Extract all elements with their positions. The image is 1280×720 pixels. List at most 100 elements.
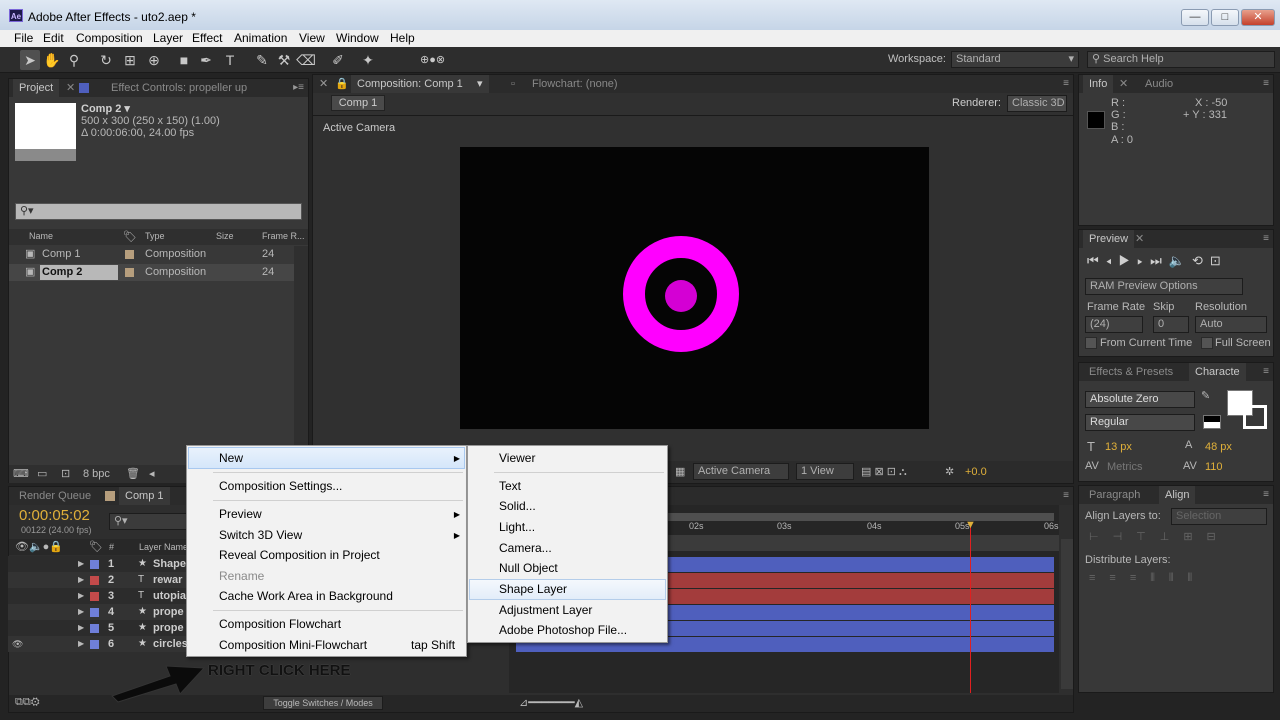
panel-menu-icon[interactable]: ≡ — [1063, 75, 1069, 93]
selection-tool-icon[interactable]: ➤ — [20, 50, 40, 70]
menu-item-mini-flowchart[interactable]: Composition Mini-Flowchart — [219, 635, 367, 655]
layer-name[interactable]: circles — [153, 636, 188, 652]
panel-menu-icon[interactable]: ▸≡ — [293, 79, 304, 97]
lock-icon[interactable]: 🔒 — [335, 75, 349, 93]
reset-exposure-icon[interactable]: ✲ — [945, 465, 954, 478]
submenu-item-solid[interactable]: Solid... — [499, 496, 536, 516]
menu-item-switch-3d-view[interactable]: Switch 3D View — [219, 525, 302, 545]
font-family-select[interactable]: Absolute Zero — [1085, 391, 1195, 408]
col-type[interactable]: Type — [145, 231, 165, 241]
zoom-slider[interactable]: ⊿━━━━━━━◭ — [519, 696, 583, 709]
close-icon[interactable]: ✕ — [319, 75, 328, 93]
roto-brush-tool-icon[interactable]: ✐ — [328, 50, 348, 70]
layer-label-color[interactable] — [90, 576, 99, 585]
menu-view[interactable]: View — [299, 31, 325, 45]
expand-triangle-icon[interactable]: ▶ — [78, 572, 84, 588]
menu-layer[interactable]: Layer — [153, 31, 183, 45]
default-colors-icon[interactable] — [1203, 415, 1221, 429]
frame-rate-select[interactable]: (24) — [1085, 316, 1143, 333]
axis-mode-icon[interactable]: ⊕●⊗ — [420, 50, 445, 70]
panel-menu-icon[interactable]: ≡ — [1263, 75, 1269, 93]
maximize-button[interactable]: □ — [1211, 9, 1239, 26]
close-icon[interactable]: ✕ — [1135, 230, 1144, 248]
panel-menu-icon[interactable]: ≡ — [1263, 363, 1269, 381]
submenu-item-null-object[interactable]: Null Object — [499, 558, 558, 578]
layer-name[interactable]: utopia — [153, 588, 186, 604]
menu-window[interactable]: Window — [336, 31, 379, 45]
stroke-color-swatch[interactable] — [1243, 405, 1267, 429]
pan-behind-tool-icon[interactable]: ⊕ — [144, 50, 164, 70]
rotate-tool-icon[interactable]: ↻ — [96, 50, 116, 70]
exposure-value[interactable]: +0.0 — [965, 466, 987, 478]
tab-timeline-comp1[interactable]: Comp 1 — [119, 487, 170, 505]
scroll-left-icon[interactable]: ◂ — [149, 467, 155, 480]
font-size-value[interactable]: 13 px — [1105, 441, 1132, 453]
menu-animation[interactable]: Animation — [234, 31, 287, 45]
col-size[interactable]: Size — [216, 231, 234, 241]
submenu-item-viewer[interactable]: Viewer — [499, 448, 535, 468]
menu-item-composition-settings[interactable]: Composition Settings... — [219, 476, 342, 496]
submenu-item-photoshop-file[interactable]: Adobe Photoshop File... — [499, 620, 627, 640]
timeline-search-input[interactable]: ⚲▾ — [109, 513, 189, 530]
view-options-icons[interactable]: ▤ ⊠ ⊡ ⛬ — [861, 465, 907, 479]
panel-menu-icon[interactable]: ≡ — [1263, 230, 1269, 248]
puppet-tool-icon[interactable]: ✦ — [358, 50, 378, 70]
kerning-value[interactable]: Metrics — [1107, 461, 1142, 473]
from-current-checkbox[interactable] — [1085, 337, 1097, 349]
rectangle-tool-icon[interactable]: ■ — [174, 50, 194, 70]
interpret-footage-icon[interactable]: ⌨ — [13, 467, 29, 480]
menu-edit[interactable]: Edit — [43, 31, 64, 45]
project-row-comp1[interactable]: ▣ Comp 1 Composition 24 — [9, 246, 294, 263]
comp-subtab[interactable]: Comp 1 — [331, 95, 385, 111]
distribute-buttons[interactable]: ≡≡≡⫴⫴⫴ — [1089, 572, 1206, 585]
layer-name[interactable]: Shape — [153, 556, 186, 572]
new-comp-icon[interactable]: ⊡ — [61, 467, 70, 480]
ram-preview-select[interactable]: RAM Preview Options — [1085, 278, 1243, 295]
menu-item-composition-flowchart[interactable]: Composition Flowchart — [219, 614, 341, 634]
new-folder-icon[interactable]: ▭ — [37, 467, 47, 480]
full-screen-checkbox[interactable] — [1201, 337, 1213, 349]
expand-triangle-icon[interactable]: ▶ — [78, 604, 84, 620]
visibility-icon[interactable]: 👁 — [12, 636, 23, 652]
tab-project[interactable]: Project — [13, 79, 60, 97]
tab-paragraph[interactable]: Paragraph — [1083, 486, 1146, 504]
layer-label-color[interactable] — [90, 560, 99, 569]
layer-label-color[interactable] — [90, 608, 99, 617]
close-icon[interactable]: ✕ — [66, 79, 75, 97]
close-icon[interactable]: ✕ — [1119, 75, 1128, 93]
playback-controls[interactable]: ⏮◂▶▸⏭🔈⟲⊡ — [1087, 253, 1228, 269]
view-layout-select[interactable]: 1 View — [796, 463, 854, 480]
project-scrollbar[interactable] — [294, 246, 308, 466]
layer-name[interactable]: prope — [153, 620, 184, 636]
layer-row[interactable]: 👁 ▶ 6 ★ circles — [8, 636, 188, 652]
expand-triangle-icon[interactable]: ▶ — [78, 588, 84, 604]
current-timecode[interactable]: 0:00:05:02 — [19, 507, 90, 524]
layer-name[interactable]: rewar — [153, 572, 182, 588]
camera-select[interactable]: Active Camera — [693, 463, 789, 480]
grid-icon[interactable]: ▦ — [675, 465, 685, 478]
project-search-input[interactable]: ⚲▾ — [15, 203, 302, 220]
tab-effect-controls[interactable]: Effect Controls: propeller up — [105, 79, 253, 97]
eyedropper-icon[interactable]: ✎ — [1201, 389, 1210, 402]
project-row-comp2[interactable]: ▣ Comp 2 Composition 24 — [9, 264, 294, 281]
clone-tool-icon[interactable]: ⚒ — [274, 50, 294, 70]
layer-label-color[interactable] — [90, 624, 99, 633]
playhead-icon[interactable]: ▼ — [965, 519, 976, 531]
menu-file[interactable]: File — [14, 31, 33, 45]
expand-triangle-icon[interactable]: ▶ — [78, 620, 84, 636]
layer-label-color[interactable] — [90, 592, 99, 601]
layer-row[interactable]: ▶ 2 Trewar — [8, 572, 186, 588]
tab-audio[interactable]: Audio — [1139, 75, 1179, 93]
brush-tool-icon[interactable]: ✎ — [252, 50, 272, 70]
hand-tool-icon[interactable]: ✋ — [42, 50, 62, 70]
tab-effects-presets[interactable]: Effects & Presets — [1083, 363, 1179, 381]
resolution-select[interactable]: Auto — [1195, 316, 1267, 333]
menu-item-preview[interactable]: Preview — [219, 504, 262, 524]
tab-composition[interactable]: Composition: Comp 1 — [351, 75, 489, 93]
align-buttons[interactable]: ⊢⊣⊤⊥⊞⊟ — [1089, 530, 1230, 543]
toggle-switches-button[interactable]: Toggle Switches / Modes — [263, 696, 383, 710]
layer-row[interactable]: ▶ 4 ★ prope — [8, 604, 186, 620]
text-tool-icon[interactable]: T — [220, 50, 240, 70]
tab-render-queue[interactable]: Render Queue — [13, 487, 97, 505]
align-to-select[interactable]: Selection — [1171, 508, 1267, 525]
